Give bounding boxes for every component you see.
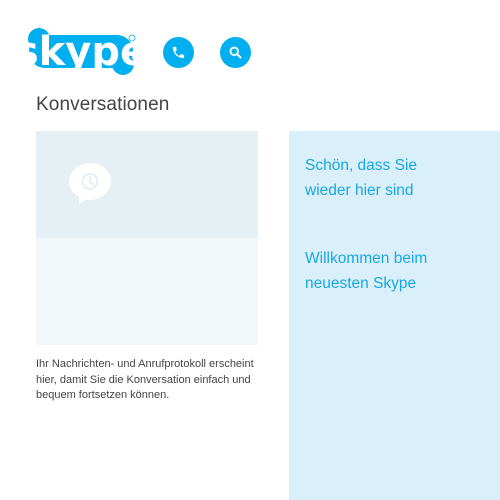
- skype-logo-graphic: skype: [15, 28, 147, 75]
- welcome-new-skype-text: Willkommen beim neuesten Skype: [305, 250, 428, 292]
- welcome-panel: Schön, dass Sie wieder hier sind Willkomm…: [289, 131, 500, 500]
- empty-conversations-placeholder: [36, 131, 258, 345]
- call-button[interactable]: [163, 37, 194, 68]
- page-title: Konversationen: [36, 94, 170, 115]
- empty-state-text: Ihr Nachrichten- und Anrufprotokoll ersc…: [36, 358, 254, 401]
- chat-bubble-clock-icon: [69, 163, 111, 205]
- placeholder-top-block: [36, 131, 258, 238]
- search-button[interactable]: [220, 37, 251, 68]
- placeholder-bottom-block: [36, 238, 258, 345]
- skype-logo: skype: [15, 26, 147, 76]
- welcome-back-text: Schön, dass Sie wieder hier sind: [305, 157, 418, 199]
- search-icon: [229, 46, 242, 59]
- skype-app: skype Konversationen Ihr Nachrichten- un…: [0, 0, 500, 500]
- logo-text: skype: [26, 29, 138, 75]
- phone-icon: [172, 46, 185, 59]
